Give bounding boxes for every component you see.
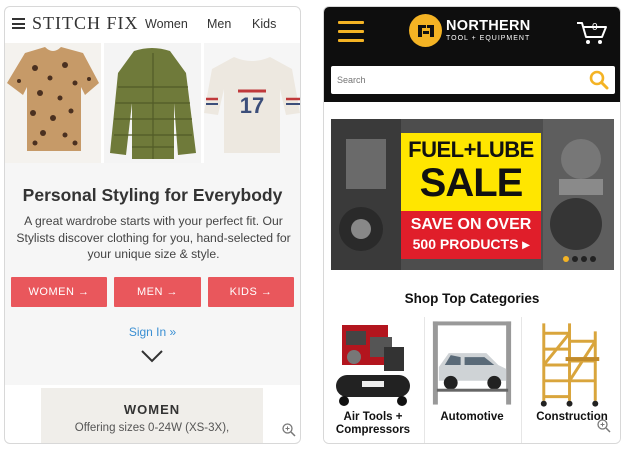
search-bar <box>331 66 615 94</box>
tshirt-number: 17 <box>239 93 263 118</box>
northern-tool-phone: NORTHERN TOOL + EQUIPMENT 0 Search FUEL+… <box>323 6 621 444</box>
product-strip: 17 <box>5 43 300 163</box>
kids-tshirt-image[interactable]: 17 <box>203 43 300 163</box>
zoom-icon[interactable] <box>597 419 611 433</box>
northern-header: NORTHERN TOOL + EQUIPMENT 0 <box>324 7 620 102</box>
green-puffer-jacket-image[interactable] <box>104 43 201 163</box>
air-compressor-image <box>324 317 422 409</box>
search-icon[interactable] <box>589 70 609 90</box>
women-category-card[interactable]: WOMEN Offering sizes 0-24W (XS-3X), <box>41 388 263 443</box>
sale-save-line: SAVE ON OVER <box>410 216 532 233</box>
hero-section: Personal Styling for Everybody A great w… <box>5 163 300 385</box>
screenshot-stage: STITCH FIX Women Men Kids 17 Personal St… <box>0 0 626 454</box>
carousel-dots <box>563 256 596 262</box>
category-label: Air Tools + Compressors <box>335 411 411 436</box>
men-button[interactable]: MEN → <box>114 277 201 307</box>
women-card-title: WOMEN <box>123 402 181 417</box>
carousel-dot[interactable] <box>572 256 578 262</box>
stitchfix-header: STITCH FIX Women Men Kids <box>5 7 300 41</box>
section-title: Shop Top Categories <box>404 291 540 306</box>
women-button[interactable]: WOMEN → <box>11 277 107 307</box>
northern-logo-subtitle: TOOL + EQUIPMENT <box>446 35 531 42</box>
carousel-dot[interactable] <box>563 256 569 262</box>
search-input[interactable] <box>337 66 577 94</box>
sale-yellow-panel: FUEL+LUBE SALE <box>401 133 541 211</box>
category-label: Automotive <box>440 411 504 423</box>
northern-logo-badge-icon[interactable] <box>409 14 442 47</box>
zoom-icon[interactable] <box>282 423 296 437</box>
carousel-dot[interactable] <box>590 256 596 262</box>
women-card-subtitle: Offering sizes 0-24W (XS-3X), <box>74 422 230 434</box>
scaffold-image <box>522 317 620 409</box>
sale-promo-box: FUEL+LUBE SALE SAVE ON OVER 500 PRODUCTS… <box>401 133 541 259</box>
sign-in-link[interactable]: Sign In » <box>5 325 300 339</box>
kids-button[interactable]: KIDS → <box>208 277 294 307</box>
carousel-dot[interactable] <box>581 256 587 262</box>
leopard-blouse-image[interactable] <box>5 43 102 163</box>
hero-description: A great wardrobe starts with your perfec… <box>16 214 291 261</box>
nav-men[interactable]: Men <box>207 17 231 31</box>
sale-fuel-lube: FUEL+LUBE <box>408 137 534 162</box>
category-air-tools[interactable]: Air Tools + Compressors <box>324 317 422 443</box>
stitchfix-phone: STITCH FIX Women Men Kids 17 Personal St… <box>4 6 301 444</box>
sale-red-panel: SAVE ON OVER 500 PRODUCTS ▸ <box>401 211 541 259</box>
sale-word: SALE <box>419 161 524 205</box>
chevron-down-icon[interactable] <box>141 349 163 363</box>
sale-banner[interactable]: FUEL+LUBE SALE SAVE ON OVER 500 PRODUCTS… <box>331 119 614 270</box>
cart-count-badge: 0 <box>592 22 598 33</box>
hero-title: Personal Styling for Everybody <box>22 185 283 205</box>
stitchfix-logo[interactable]: STITCH FIX <box>32 13 139 34</box>
northern-logo-title[interactable]: NORTHERN <box>446 18 531 34</box>
sale-products-line: 500 PRODUCTS ▸ <box>412 236 530 252</box>
car-lift-image <box>425 317 519 409</box>
hamburger-menu-icon[interactable] <box>12 18 25 29</box>
nav-women[interactable]: Women <box>145 17 188 31</box>
nav-kids[interactable]: Kids <box>252 17 276 31</box>
category-automotive[interactable]: Automotive <box>424 317 519 443</box>
hamburger-menu-icon[interactable] <box>338 21 364 43</box>
